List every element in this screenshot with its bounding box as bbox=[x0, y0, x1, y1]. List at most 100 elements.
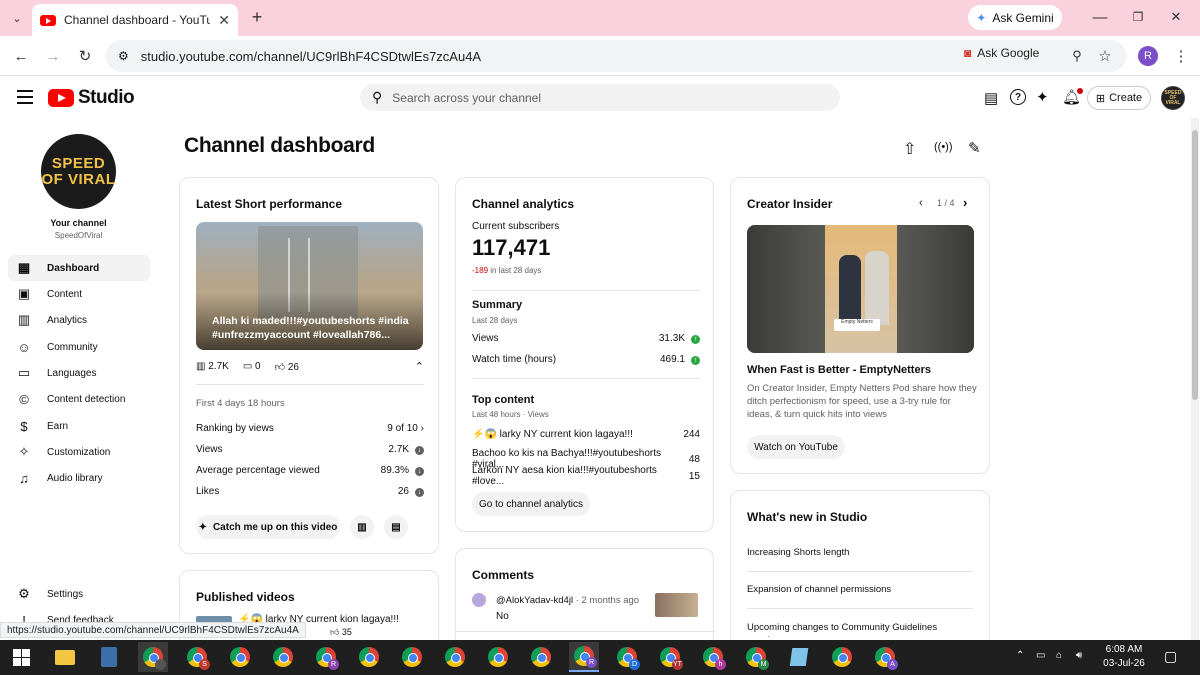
sidebar-item-analytics[interactable]: ▥ Analytics bbox=[8, 307, 150, 333]
sidebar-item-dashboard[interactable]: ▦ Dashboard bbox=[8, 255, 150, 281]
close-window-icon[interactable]: ✕ bbox=[1168, 9, 1184, 25]
windows-start-icon[interactable] bbox=[6, 642, 36, 672]
network-icon[interactable]: ⌂ bbox=[1056, 650, 1062, 661]
whats-new-item[interactable]: Expansion of channel permissions bbox=[747, 584, 891, 595]
taskbar-chrome-window[interactable] bbox=[827, 642, 857, 672]
comment-author[interactable]: @AlokYadav-kd4jl bbox=[496, 595, 573, 606]
taskbar-chrome-window[interactable] bbox=[483, 642, 513, 672]
taskbar-chrome-window[interactable] bbox=[440, 642, 470, 672]
taskbar-chrome-window[interactable]: S bbox=[182, 642, 212, 672]
search-icon[interactable]: ⚲ bbox=[372, 89, 382, 106]
sidebar-item-earn[interactable]: $ Earn bbox=[8, 413, 150, 439]
taskbar-chrome-window[interactable]: h bbox=[698, 642, 728, 672]
bookmark-star-icon[interactable]: ☆ bbox=[1096, 47, 1114, 65]
help-icon[interactable]: ? bbox=[1010, 89, 1026, 105]
analytics-chart-button[interactable]: ▥ bbox=[350, 515, 374, 539]
chevron-right-icon[interactable]: › bbox=[963, 195, 967, 210]
views-count: 2.7K bbox=[208, 361, 229, 372]
tray-chevron-icon[interactable]: ⌃ bbox=[1016, 650, 1024, 661]
taskbar-chrome-window[interactable]: D bbox=[612, 642, 642, 672]
commenter-avatar[interactable] bbox=[472, 593, 486, 607]
watch-on-youtube-button[interactable]: Watch on YouTube bbox=[747, 435, 845, 459]
zoom-icon[interactable]: ⚲ bbox=[1068, 47, 1086, 65]
taskbar-chrome-window[interactable]: YT bbox=[655, 642, 685, 672]
taskbar-chrome-window[interactable] bbox=[225, 642, 255, 672]
create-post-icon[interactable]: ✎ bbox=[968, 139, 981, 157]
forward-arrow-icon[interactable]: → bbox=[44, 47, 62, 65]
catch-me-up-button[interactable]: ✦ Catch me up on this video bbox=[196, 515, 340, 539]
upload-icon[interactable]: ⇧ bbox=[903, 139, 916, 159]
sidebar-item-audio-library[interactable]: ♫ Audio library bbox=[8, 465, 150, 491]
sparkle-icon[interactable]: ✦ bbox=[1036, 88, 1049, 106]
clock[interactable]: 6:08 AM 03-Jul-26 bbox=[1100, 643, 1148, 671]
subtitles-icon[interactable]: ▤ bbox=[984, 89, 998, 107]
ask-google-button[interactable]: ◙ Ask Google bbox=[964, 43, 1054, 63]
stat-label: Likes bbox=[196, 486, 220, 497]
chevron-up-icon[interactable]: ⌃ bbox=[415, 360, 424, 373]
notepad-icon[interactable] bbox=[784, 642, 814, 672]
go-to-channel-analytics-button[interactable]: Go to channel analytics bbox=[472, 492, 590, 516]
new-tab-icon[interactable]: + bbox=[248, 7, 266, 27]
stat-row[interactable]: Ranking by views 9 of 10 › bbox=[196, 423, 424, 434]
sidebar-item-community[interactable]: ☺ Community bbox=[8, 334, 150, 360]
page-scrollbar[interactable] bbox=[1191, 118, 1199, 640]
dollar-icon: $ bbox=[20, 418, 28, 434]
top-content-row[interactable]: ⚡😱 larky NY current kion lagaya!!! 244 bbox=[472, 429, 700, 440]
taskbar-chrome-window[interactable] bbox=[397, 642, 427, 672]
insider-video-thumbnail[interactable]: Empty Netters bbox=[747, 225, 974, 353]
comments-button[interactable]: ▤ bbox=[384, 515, 408, 539]
tab-close-icon[interactable]: ✕ bbox=[218, 12, 230, 29]
taskbar-chrome-window[interactable] bbox=[526, 642, 556, 672]
notifications-bell-icon[interactable]: 🔔︎ bbox=[1062, 88, 1084, 106]
sidebar-item-settings[interactable]: ⚙ Settings bbox=[8, 581, 150, 607]
short-thumbnail[interactable]: Allah ki maded!!!#youtubeshorts #india #… bbox=[196, 222, 423, 350]
calculator-icon[interactable] bbox=[94, 642, 124, 672]
profile-badge: R bbox=[328, 659, 339, 670]
profile-avatar[interactable]: R bbox=[1138, 46, 1158, 66]
top-content-row[interactable]: Larkon NY aesa kion kia!!!#youtubeshorts… bbox=[472, 465, 700, 487]
stat-value: 89.3% bbox=[380, 465, 409, 476]
file-explorer-icon[interactable] bbox=[50, 642, 80, 672]
tab-search-chevron-icon[interactable]: ⌄ bbox=[8, 10, 26, 26]
ask-gemini-label: Ask Gemini bbox=[992, 10, 1054, 25]
browser-menu-icon[interactable]: ⋮ bbox=[1174, 47, 1189, 65]
taskbar-chrome-window[interactable]: R bbox=[311, 642, 341, 672]
hamburger-menu-icon[interactable] bbox=[17, 90, 33, 104]
battery-icon[interactable]: ▭ bbox=[1036, 650, 1045, 661]
taskbar-chrome-window[interactable] bbox=[138, 642, 168, 672]
notification-center-icon[interactable]: ▢ bbox=[1164, 648, 1177, 665]
whats-new-item[interactable]: Upcoming changes to Community Guidelines… bbox=[747, 621, 973, 637]
minimize-icon[interactable]: — bbox=[1092, 9, 1108, 26]
taskbar-chrome-window-active[interactable]: R bbox=[569, 642, 599, 672]
sidebar-item-languages[interactable]: ▭ Languages bbox=[8, 360, 150, 386]
likes-count: 26 bbox=[287, 361, 299, 373]
taskbar-chrome-window[interactable] bbox=[268, 642, 298, 672]
sidebar-item-content[interactable]: ▣ Content bbox=[8, 281, 150, 307]
account-avatar[interactable]: SPEED OF VIRAL bbox=[1161, 86, 1185, 110]
ask-gemini-button[interactable]: ✦ Ask Gemini bbox=[968, 5, 1062, 30]
whats-new-item[interactable]: Increasing Shorts length bbox=[747, 547, 849, 558]
back-arrow-icon[interactable]: ← bbox=[12, 47, 30, 65]
channel-avatar[interactable]: SPEED OF VIRAL bbox=[41, 134, 116, 209]
insider-video-title[interactable]: When Fast is Better - EmptyNetters bbox=[747, 364, 931, 376]
sidebar-item-content-detection[interactable]: © Content detection bbox=[8, 386, 150, 412]
create-button[interactable]: ⊞ Create bbox=[1087, 86, 1151, 110]
subscribers-change: -189 in last 28 days bbox=[472, 266, 541, 275]
scrollbar-thumb[interactable] bbox=[1192, 130, 1198, 400]
comment-video-thumbnail[interactable] bbox=[655, 593, 698, 617]
search-input[interactable] bbox=[392, 90, 793, 105]
restore-icon[interactable]: ❐ bbox=[1130, 9, 1146, 25]
volume-icon[interactable]: 🔊︎ bbox=[1076, 650, 1082, 661]
go-live-icon[interactable]: ((•)) bbox=[934, 141, 953, 153]
reload-icon[interactable]: ↻ bbox=[76, 47, 94, 65]
site-settings-icon[interactable]: ⚙ bbox=[118, 49, 129, 63]
chevron-left-icon[interactable]: ‹ bbox=[919, 197, 923, 209]
top-content-label: Larkon NY aesa kion kia!!!#youtubeshorts… bbox=[472, 465, 657, 487]
taskbar-chrome-window[interactable] bbox=[354, 642, 384, 672]
stat-value: 2.7K bbox=[388, 444, 409, 455]
taskbar-chrome-window[interactable]: A bbox=[870, 642, 900, 672]
browser-tab[interactable]: Channel dashboard - YouTube Studio ✕ bbox=[32, 4, 238, 36]
sidebar-item-customization[interactable]: ✧ Customization bbox=[8, 439, 150, 465]
taskbar-chrome-window[interactable]: M bbox=[741, 642, 771, 672]
studio-logo[interactable]: Studio bbox=[48, 87, 135, 109]
